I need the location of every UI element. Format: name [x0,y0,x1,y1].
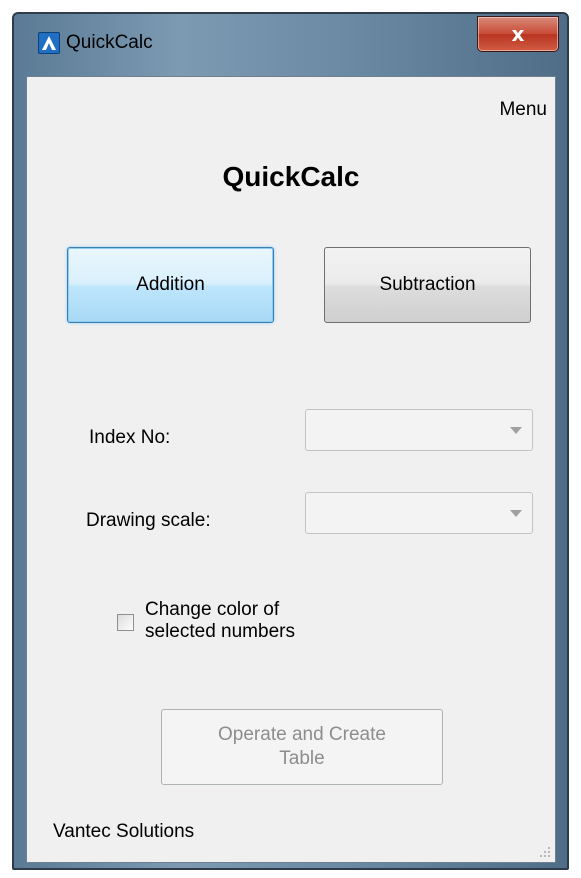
change-color-label-line1: Change color of [145,599,280,620]
window-title: QuickCalc [66,32,153,53]
close-button[interactable]: x [477,16,559,52]
chevron-down-icon [510,510,522,517]
close-icon: x [511,22,525,46]
drawing-scale-dropdown[interactable] [305,492,533,534]
client-area: Menu QuickCalc Addition Subtraction Inde… [26,76,556,863]
subtraction-button[interactable]: Subtraction [324,247,531,323]
app-window: QuickCalc x Menu QuickCalc Addition Subt… [12,12,569,870]
operate-button-line1: Operate and Create [218,724,386,745]
title-bar[interactable]: QuickCalc x [14,14,567,64]
page-title: QuickCalc [222,161,360,192]
change-color-checkbox[interactable] [117,614,134,631]
chevron-down-icon [510,427,522,434]
index-no-label: Index No: [89,427,171,448]
operate-button-line2: Table [279,748,325,769]
addition-button[interactable]: Addition [67,247,274,323]
drawing-scale-label: Drawing scale: [86,510,211,531]
footer-company-name: Vantec Solutions [53,821,195,842]
menu-item[interactable]: Menu [499,99,547,121]
index-no-dropdown[interactable] [305,409,533,451]
resize-grip-icon[interactable] [539,846,551,858]
change-color-label-line2: selected numbers [145,621,295,642]
operate-create-table-button: Operate and Create Table [161,709,443,785]
app-logo-icon [38,32,60,54]
change-color-label[interactable]: Change color of selected numbers [145,599,295,643]
